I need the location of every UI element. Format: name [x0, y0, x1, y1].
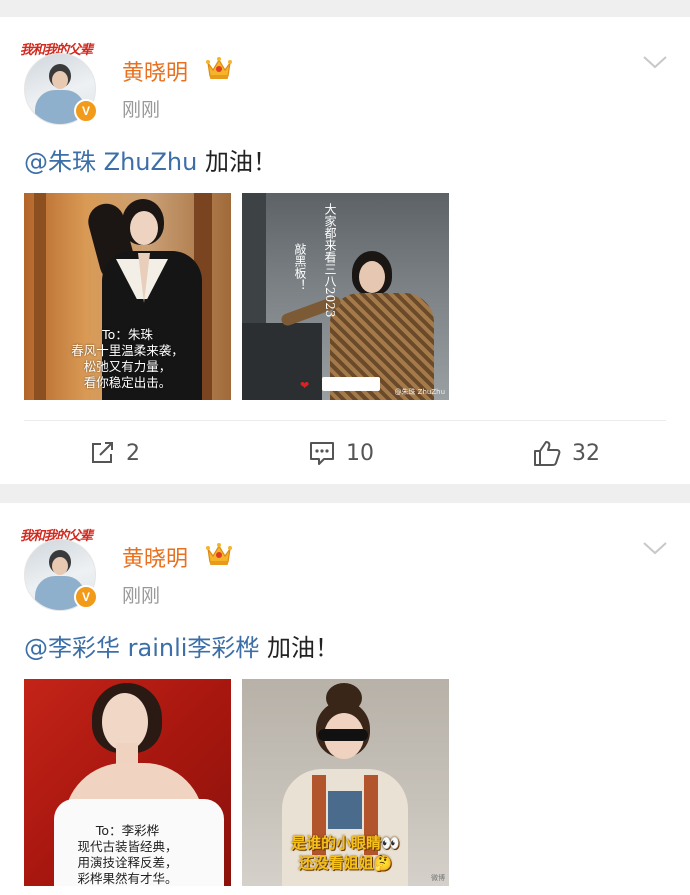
chevron-down-icon[interactable] — [642, 539, 668, 557]
photo-watermark: @朱珠 ZhuZhu — [394, 388, 445, 396]
avatar[interactable]: 我和我的父辈 V — [20, 39, 100, 125]
repost-count: 2 — [126, 440, 140, 466]
like-icon — [534, 441, 561, 466]
photo-caption: To：朱珠 春风十里温柔来袭， 松弛又有力量， 看你稳定出击。 — [24, 327, 231, 391]
post-photo[interactable]: ❤ 大家都来看三八2023 敲黑板！ @朱珠 ZhuZhu — [242, 193, 449, 400]
repost-icon — [92, 442, 113, 463]
photo-overlay-text: 大家都来看三八2023 — [323, 203, 337, 318]
verified-icon: V — [74, 99, 98, 123]
post-text: @李彩华 rainli李彩桦 加油！ — [24, 628, 339, 663]
crown-icon — [206, 543, 232, 565]
post-text-suffix: 加油！ — [197, 148, 277, 176]
caption-line: 春风十里温柔来袭， — [71, 343, 184, 358]
post-time: 刚刚 — [122, 585, 161, 607]
photo-caption: To：李彩桦 现代古装皆经典， 用演技诠释反差， 彩桦果然有才华。 — [24, 823, 231, 886]
weibo-feed: 我和我的父辈 V 黄晓明 刚刚 @朱珠 ZhuZhu 加油！ To：朱珠 春风十… — [0, 0, 690, 895]
verified-icon: V — [74, 585, 98, 609]
post-photo[interactable]: 是谁的小眼睛👀 还没看姐姐🤔 微博 — [242, 679, 449, 886]
crown-icon — [206, 57, 232, 79]
caption-line: To：朱珠 — [102, 327, 153, 342]
photo-overlay-text: 是谁的小眼睛👀 还没看姐姐🤔 — [242, 833, 449, 873]
post-card: 我和我的父辈 V 黄晓明 刚刚 @李彩华 rainli李彩桦 加油！ To：李彩… — [0, 503, 690, 895]
caption-line: 现代古装皆经典， — [77, 839, 178, 854]
photo-overlay-text: 敲黑板！ — [293, 243, 307, 291]
mention-link[interactable]: @李彩华 rainli李彩桦 — [24, 634, 259, 662]
post-card: 我和我的父辈 V 黄晓明 刚刚 @朱珠 ZhuZhu 加油！ To：朱珠 春风十… — [0, 17, 690, 484]
post-photo[interactable]: To：李彩桦 现代古装皆经典， 用演技诠释反差， 彩桦果然有才华。 — [24, 679, 231, 886]
caption-line: To：李彩桦 — [95, 823, 160, 838]
author-name[interactable]: 黄晓明 — [122, 55, 188, 87]
post-photo[interactable]: To：朱珠 春风十里温柔来袭， 松弛又有力量， 看你稳定出击。 — [24, 193, 231, 400]
mention-link[interactable]: @朱珠 ZhuZhu — [24, 148, 197, 176]
like-button[interactable]: 32 — [532, 437, 600, 469]
post-text-suffix: 加油！ — [259, 634, 340, 662]
comment-button[interactable]: 10 — [308, 437, 374, 469]
avatar[interactable]: 我和我的父辈 V — [20, 525, 100, 611]
photo-watermark: 微博 — [431, 874, 445, 882]
caption-line: 松弛又有力量， — [83, 359, 172, 374]
caption-line: 彩桦果然有才华。 — [77, 871, 178, 886]
repost-button[interactable]: 2 — [88, 437, 140, 469]
comment-icon — [310, 442, 334, 465]
like-count: 32 — [572, 440, 600, 466]
comment-count: 10 — [346, 440, 374, 466]
caption-line: 用演技诠释反差， — [77, 855, 178, 870]
caption-line: 看你稳定出击。 — [83, 375, 172, 390]
action-bar: 2 10 32 — [24, 420, 666, 484]
post-text: @朱珠 ZhuZhu 加油！ — [24, 142, 277, 177]
post-time: 刚刚 — [122, 99, 161, 121]
chevron-down-icon[interactable] — [642, 53, 668, 71]
overlay-line: 还没看姐姐🤔 — [298, 854, 393, 872]
overlay-line: 是谁的小眼睛👀 — [291, 834, 400, 852]
author-name[interactable]: 黄晓明 — [122, 541, 188, 573]
